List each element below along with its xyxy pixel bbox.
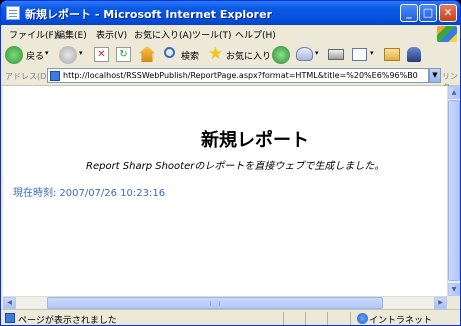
page-loaded-icon xyxy=(5,313,15,323)
window-title: 新規レポート - Microsoft Internet Explorer xyxy=(25,8,272,21)
edit-icon xyxy=(352,48,367,61)
home-icon xyxy=(139,46,155,62)
browser-window: 新規レポート - Microsoft Internet Explorer _ □… xyxy=(0,0,461,326)
scroll-right-icon[interactable]: ▶ xyxy=(434,297,447,309)
stop-icon: ✕ xyxy=(94,47,109,62)
address-bar: アドレス(D) http://localhost/RSSWebPublish/R… xyxy=(1,67,460,92)
forward-arrow-icon xyxy=(59,46,77,64)
vertical-scroll-thumb[interactable] xyxy=(448,100,460,281)
edit-button[interactable]: ▾ xyxy=(351,45,379,64)
forward-dropdown-icon: ▾ xyxy=(79,49,83,57)
back-arrow-icon xyxy=(5,46,23,64)
address-label: アドレス(D) xyxy=(5,72,50,81)
status-text: ページが表示されました xyxy=(18,316,117,326)
search-icon xyxy=(164,47,175,58)
refresh-button[interactable]: ↻ xyxy=(115,45,133,64)
toolbar: 戻る ▾ ▾ ✕ ↻ 検索 ★ お気に入り ▾ ▾ xyxy=(1,43,460,68)
folder-icon xyxy=(384,48,400,61)
page-content: 新規レポート Report Sharp Shooterのレポートを直接ウェブで生… xyxy=(3,86,447,296)
status-divider xyxy=(283,312,284,325)
report-title: 新規レポート xyxy=(201,130,309,151)
star-icon: ★ xyxy=(208,44,224,64)
scroll-grip-icon xyxy=(210,301,220,306)
favorites-button[interactable]: ★ お気に入り xyxy=(208,44,272,64)
menu-bar: ファイル(F) 編集(E) 表示(V) お気に入り(A) ツール(T) ヘルプ(… xyxy=(1,25,460,44)
address-url: http://localhost/RSSWebPublish/ReportPag… xyxy=(63,71,418,80)
refresh-icon: ↻ xyxy=(116,47,131,62)
history-button[interactable] xyxy=(271,45,291,64)
status-bar: ページが表示されました イントラネット xyxy=(1,309,460,326)
search-button[interactable]: 検索 xyxy=(163,45,205,64)
minimize-button[interactable]: _ xyxy=(400,4,418,22)
page-icon xyxy=(6,6,20,20)
status-divider xyxy=(350,312,351,325)
back-dropdown-icon: ▾ xyxy=(45,49,49,57)
stop-button[interactable]: ✕ xyxy=(93,45,111,64)
favorites-label: お気に入り xyxy=(226,52,272,62)
menu-favorites[interactable]: お気に入り(A) xyxy=(134,28,192,41)
vertical-scrollbar[interactable]: ▲ ▼ xyxy=(447,86,460,296)
menu-tools[interactable]: ツール(T) xyxy=(192,28,232,41)
title-bar[interactable]: 新規レポート - Microsoft Internet Explorer _ □… xyxy=(1,1,460,25)
mail-button[interactable]: ▾ xyxy=(295,45,323,64)
menu-file[interactable]: ファイル(F) xyxy=(9,28,57,41)
horizontal-scrollbar[interactable]: ◀ ▶ xyxy=(3,296,447,309)
mail-dropdown-icon: ▾ xyxy=(315,49,319,57)
back-label: 戻る xyxy=(26,52,45,62)
discuss-button[interactable] xyxy=(383,45,401,64)
page-icon xyxy=(50,71,60,81)
current-time-label: 現在時刻: xyxy=(13,188,57,199)
menu-help[interactable]: ヘルプ(H) xyxy=(235,28,276,41)
address-dropdown-icon[interactable]: ▼ xyxy=(429,68,441,83)
windows-logo-icon xyxy=(437,26,457,42)
report-subtitle: Report Sharp Shooterのレポートを直接ウェブで生成しました。 xyxy=(86,161,385,172)
scrollbar-corner xyxy=(447,296,460,309)
messenger-icon xyxy=(407,47,421,62)
mail-icon xyxy=(296,47,313,61)
back-button[interactable]: 戻る ▾ xyxy=(5,45,55,64)
history-icon xyxy=(272,46,290,64)
scroll-left-icon[interactable]: ◀ xyxy=(3,297,16,309)
home-button[interactable] xyxy=(137,45,157,64)
current-time-value: 2007/07/26 10:23:16 xyxy=(59,188,166,199)
intranet-zone-icon xyxy=(357,313,368,324)
status-divider xyxy=(327,312,328,325)
forward-button[interactable]: ▾ xyxy=(59,45,87,64)
horizontal-scroll-thumb[interactable] xyxy=(47,297,383,309)
scroll-up-icon[interactable]: ▲ xyxy=(448,86,460,99)
edit-dropdown-icon: ▾ xyxy=(370,49,374,57)
menu-view[interactable]: 表示(V) xyxy=(96,28,127,41)
messenger-button[interactable] xyxy=(405,45,423,64)
printer-icon xyxy=(328,49,344,60)
security-zone-label: イントラネット xyxy=(369,316,433,326)
status-divider xyxy=(305,312,306,325)
search-label: 検索 xyxy=(181,52,200,62)
menu-edit[interactable]: 編集(E) xyxy=(56,28,87,41)
current-time: 現在時刻: 2007/07/26 10:23:16 xyxy=(13,184,165,199)
close-button[interactable]: ✕ xyxy=(439,4,457,22)
maximize-button[interactable]: □ xyxy=(419,4,437,22)
print-button[interactable] xyxy=(327,45,345,64)
address-input[interactable]: http://localhost/RSSWebPublish/ReportPag… xyxy=(47,68,429,83)
scroll-down-icon[interactable]: ▼ xyxy=(448,283,460,296)
